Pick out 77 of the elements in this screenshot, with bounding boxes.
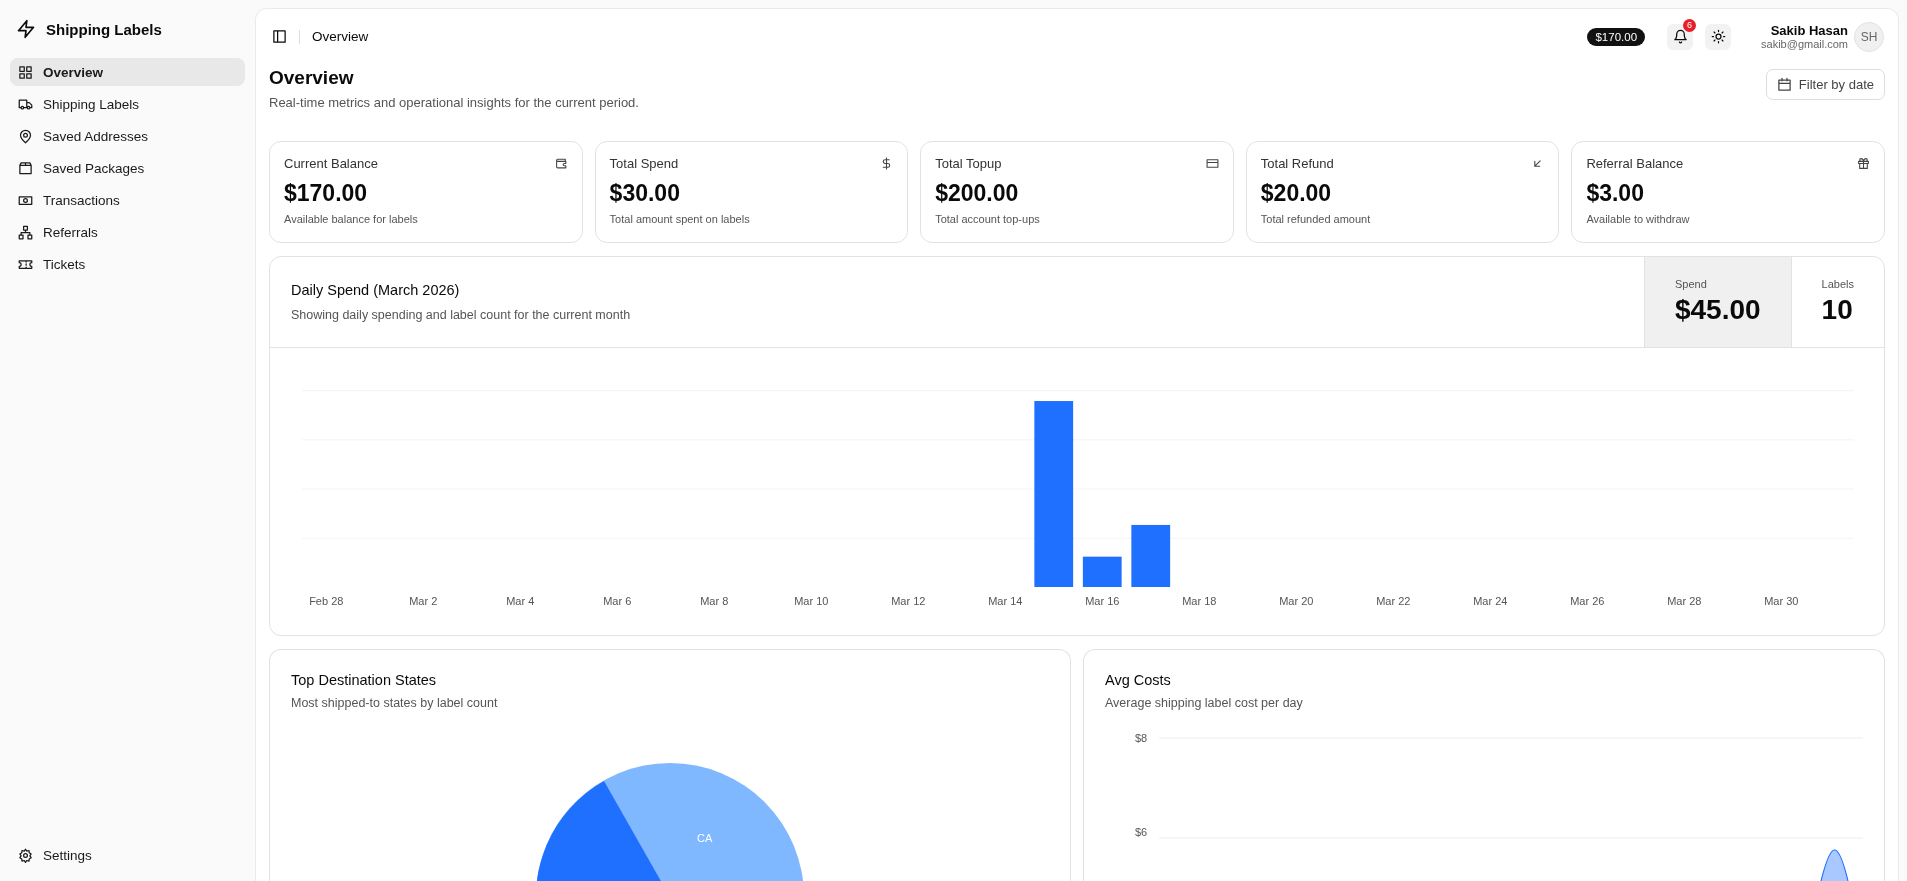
calendar-icon: [1776, 77, 1792, 92]
balance-pill: $170.00: [1587, 27, 1646, 46]
notification-badge: 6: [1683, 18, 1697, 32]
bell-icon: [1672, 29, 1688, 44]
brand-name: Shipping Labels: [46, 20, 162, 38]
card-title: Daily Spend (March 2026): [291, 282, 461, 298]
theme-toggle-button[interactable]: [1705, 23, 1732, 50]
sidebar-item[interactable]: Saved Packages: [10, 154, 245, 182]
stat-value: $20.00: [1260, 180, 1333, 207]
axis-label: Mar 10: [794, 595, 829, 607]
sidebar-item[interactable]: Transactions: [10, 186, 245, 214]
stat-title: Current Balance: [284, 156, 378, 171]
stat-caption: Available balance for labels: [284, 213, 419, 225]
stat-value: $200.00: [935, 180, 1020, 207]
lightning-icon: [16, 19, 36, 39]
stat-title: Total Refund: [1260, 156, 1334, 171]
truck-icon: [18, 96, 33, 112]
stat-title: Total Spend: [609, 156, 679, 171]
network-icon: [18, 224, 33, 240]
axis-label: Mar 18: [1182, 595, 1217, 607]
box-icon: [18, 160, 33, 176]
axis-label: Mar 6: [603, 595, 632, 607]
card-icon: [1205, 157, 1219, 170]
axis-label: Feb 28: [309, 595, 344, 607]
stat-title: Total Topup: [935, 156, 1002, 171]
gift-icon: [1857, 157, 1870, 170]
axis-label: $8: [1135, 732, 1148, 744]
user-email: sakib@gmail.com: [1761, 38, 1848, 50]
metric-tab[interactable]: Labels 10: [1790, 257, 1884, 347]
metric-tab[interactable]: Spend $45.00: [1643, 257, 1791, 347]
page-subtitle: Real-time metrics and operational insights for the current period.: [269, 95, 639, 110]
sun-icon: [1710, 29, 1726, 44]
stat-caption: Total refunded amount: [1260, 213, 1372, 225]
breadcrumb: Overview: [312, 29, 369, 44]
card-subtitle: Most shipped-to states by label count: [291, 696, 499, 710]
axis-label: Mar 30: [1764, 595, 1799, 607]
stat-caption: Available to withdraw: [1586, 213, 1691, 225]
stat-value: $170.00: [284, 180, 369, 207]
sidebar-item[interactable]: Referrals: [10, 218, 245, 246]
sidebar-item[interactable]: Shipping Labels: [10, 90, 245, 118]
card-title: Avg Costs: [1105, 672, 1172, 688]
map-pin-icon: [18, 128, 33, 144]
card-subtitle: Showing daily spending and label count for the current month: [291, 308, 632, 322]
axis-label: Mar 26: [1570, 595, 1605, 607]
stat-value: $30.00: [609, 180, 681, 207]
axis-label: Mar 22: [1376, 595, 1411, 607]
axis-label: Mar 28: [1667, 595, 1702, 607]
sidebar-item[interactable]: Overview: [10, 58, 245, 86]
stat-value: $3.00: [1586, 180, 1645, 207]
axis-label: Mar 20: [1279, 595, 1314, 607]
stat-title: Referral Balance: [1586, 156, 1684, 171]
grid-icon: [18, 64, 33, 80]
sidebar-item[interactable]: Settings: [10, 841, 245, 869]
chart-bar: [1082, 556, 1122, 587]
axis-label: Mar 2: [409, 595, 438, 607]
axis-label: Mar 14: [988, 595, 1023, 607]
avatar[interactable]: SH: [1854, 21, 1884, 52]
sidebar-toggle-icon[interactable]: [272, 29, 287, 44]
wallet-icon: [554, 157, 568, 170]
sidebar-item[interactable]: Saved Addresses: [10, 122, 245, 150]
axis-label: Mar 4: [506, 595, 535, 607]
axis-label: Mar 24: [1473, 595, 1508, 607]
settings-icon: [18, 847, 33, 863]
stat-caption: Total account top-ups: [935, 213, 1041, 225]
sidebar-item[interactable]: Tickets: [10, 250, 245, 278]
slice-label: CA: [697, 832, 713, 844]
axis-label: $6: [1135, 826, 1148, 838]
filter-by-date-button[interactable]: Filter by date: [1765, 69, 1885, 100]
axis-label: Mar 12: [891, 595, 926, 607]
chart-bar: [1131, 524, 1171, 587]
axis-label: Mar 16: [1085, 595, 1120, 607]
card-subtitle: Average shipping label cost per day: [1105, 696, 1304, 710]
card-title: Top Destination States: [291, 672, 438, 688]
user-name: Sakib Hasan: [1770, 23, 1848, 38]
axis-label: Mar 8: [700, 595, 729, 607]
page-title: Overview: [269, 67, 355, 89]
stat-caption: Total amount spent on labels: [609, 213, 751, 225]
